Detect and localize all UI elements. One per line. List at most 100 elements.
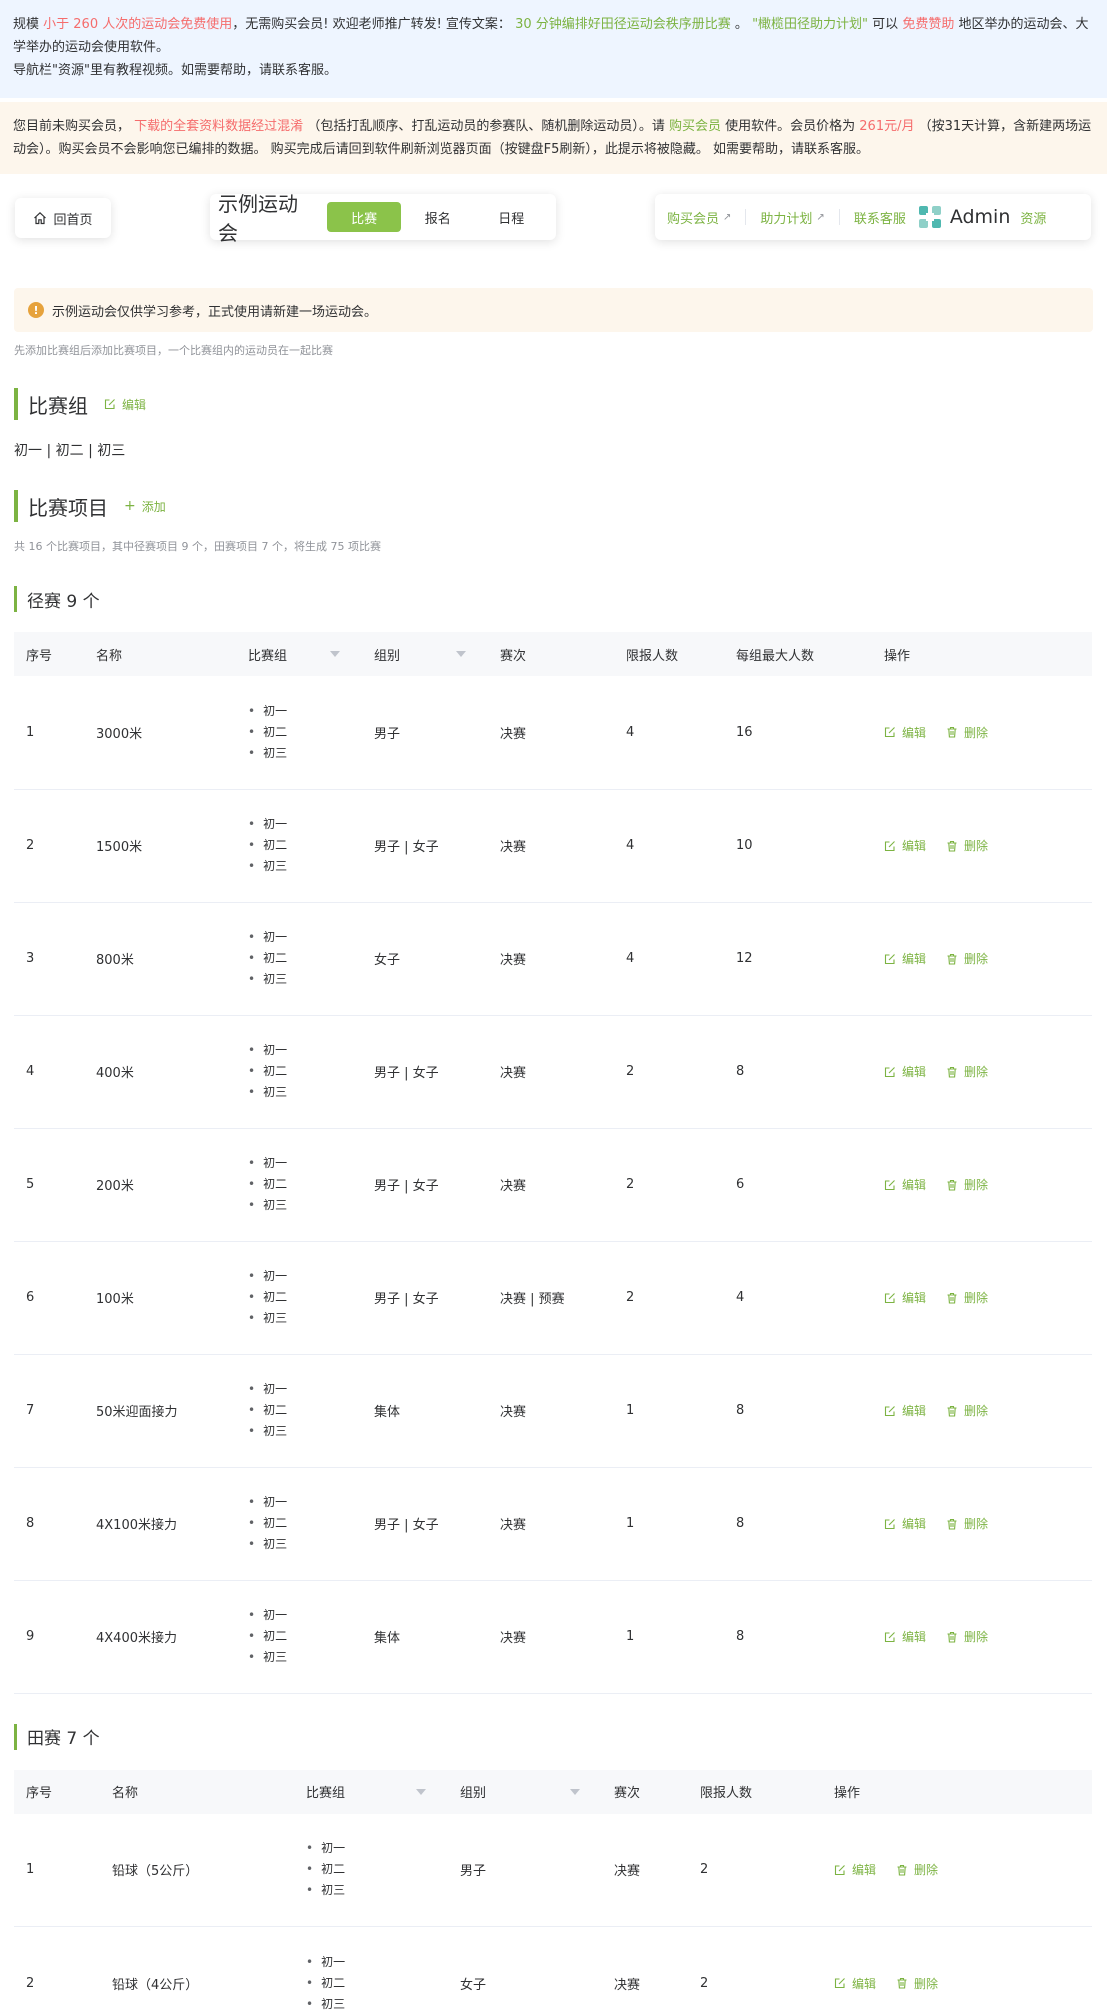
cell-no: 9 (26, 1629, 35, 1644)
cell-no: 5 (26, 1177, 35, 1192)
edit-button[interactable]: 编辑 (884, 950, 926, 967)
groups-list: 初一初二初三 (248, 701, 362, 764)
filter-icon[interactable] (416, 1788, 426, 1795)
edit-button[interactable]: 编辑 (884, 724, 926, 741)
tab-competitions[interactable]: 比赛 (327, 202, 401, 232)
support-plan-button[interactable]: 助力计划 ↗ (760, 208, 824, 227)
table-row: 6 100米 初一初二初三男子 | 女子 决赛 | 预赛 2 4 编辑 删除 (14, 1241, 1092, 1354)
edit-groups-button[interactable]: 编辑 (104, 396, 146, 413)
edit-icon (834, 1864, 846, 1876)
group-item: 初二 (248, 1400, 362, 1421)
cell-limit: 1 (626, 1629, 635, 1644)
cell-actions: 编辑 删除 (822, 1814, 1092, 1927)
free-usage-notice: 规模 小于 260 人次的运动会免费使用，无需购买会员! 欢迎老师推广转发! 宣… (0, 0, 1107, 98)
cell-actions: 编辑 删除 (872, 1354, 1092, 1467)
trash-icon (946, 1405, 958, 1417)
delete-button[interactable]: 删除 (946, 1628, 988, 1645)
column-header: 组别 (362, 632, 488, 676)
filter-icon[interactable] (570, 1788, 580, 1795)
delete-button[interactable]: 删除 (896, 1861, 938, 1878)
delete-button[interactable]: 删除 (946, 1402, 988, 1419)
delete-button[interactable]: 删除 (946, 724, 988, 741)
edit-label: 编辑 (122, 397, 147, 412)
cell-name: 4X400米接力 (96, 1631, 177, 1646)
notice-text: 。 (734, 17, 748, 32)
delete-label: 删除 (964, 1630, 989, 1644)
edit-button[interactable]: 编辑 (884, 1402, 926, 1419)
cell-gender: 男子 | 女子 (374, 840, 439, 855)
resources-link[interactable]: 资源 (1020, 208, 1046, 227)
cell-no: 1 (26, 724, 35, 740)
delete-label: 删除 (914, 1863, 939, 1878)
table-row: 2 铅球（4公斤） 初一初二初三女子 决赛 2 编辑 删除 (14, 1927, 1092, 2015)
contact-support-button[interactable]: 联系客服 (854, 208, 906, 227)
warning-icon: ! (28, 302, 44, 318)
edit-button[interactable]: 编辑 (834, 1975, 876, 1992)
groups-list: 初一初二初三 (248, 1040, 362, 1103)
cell-name: 3000米 (96, 726, 143, 742)
home-button[interactable]: 回首页 (15, 198, 111, 238)
table-row: 3 800米 初一初二初三女子 决赛 4 12 编辑 删除 (14, 902, 1092, 1015)
group-item: 初三 (248, 1082, 362, 1103)
delete-button[interactable]: 删除 (946, 950, 988, 967)
tab-schedule[interactable]: 日程 (474, 202, 548, 232)
column-header-label: 组别 (460, 1786, 487, 1801)
edit-icon (884, 1631, 896, 1643)
edit-button[interactable]: 编辑 (884, 1063, 926, 1080)
delete-button[interactable]: 删除 (946, 1515, 988, 1532)
delete-button[interactable]: 删除 (946, 1176, 988, 1193)
delete-button[interactable]: 删除 (946, 1289, 988, 1306)
cell-name: 800米 (96, 953, 134, 968)
events-section-title: 比赛项目 + 添加 (14, 490, 1107, 522)
delete-button[interactable]: 删除 (896, 1975, 938, 1992)
support-plan-link[interactable]: "橄榄田径助力计划" (752, 17, 868, 32)
edit-button[interactable]: 编辑 (884, 1515, 926, 1532)
cell-round: 决赛 (500, 1631, 527, 1646)
group-item: 初三 (248, 1647, 362, 1668)
cell-limit: 4 (626, 951, 635, 966)
cell-groups: 初一初二初三 (236, 789, 362, 902)
edit-button[interactable]: 编辑 (834, 1861, 876, 1878)
cell-no: 4 (26, 1064, 35, 1079)
column-header: 组别 (448, 1770, 602, 1814)
cell-max: 16 (736, 724, 753, 740)
edit-button[interactable]: 编辑 (884, 837, 926, 854)
tab-registration[interactable]: 报名 (401, 202, 475, 232)
table-row: 1 铅球（5公斤） 初一初二初三男子 决赛 2 编辑 删除 (14, 1814, 1092, 1927)
filter-icon[interactable] (456, 651, 466, 657)
edit-button[interactable]: 编辑 (884, 1176, 926, 1193)
group-item: 初二 (248, 722, 362, 743)
buy-membership-link[interactable]: 购买会员 (669, 119, 721, 134)
delete-label: 删除 (964, 1517, 989, 1531)
delete-button[interactable]: 删除 (946, 1063, 988, 1080)
filter-icon[interactable] (330, 651, 340, 657)
group-item: 初一 (248, 1153, 362, 1174)
user-menu[interactable]: Admin (918, 205, 1010, 229)
add-event-button[interactable]: + 添加 (124, 498, 166, 515)
notice-highlight: 下载的全套资料数据经过混淆 (134, 119, 304, 134)
edit-icon (884, 1405, 896, 1417)
cell-round: 决赛 (500, 1066, 527, 1081)
buy-membership-button[interactable]: 购买会员 ↗ (667, 208, 731, 227)
cell-gender: 女子 (374, 953, 401, 968)
groups-list: 初一 | 初二 | 初三 (14, 443, 126, 459)
sample-event-warning: ! 示例运动会仅供学习参考，正式使用请新建一场运动会。 (14, 288, 1093, 332)
group-item: 初一 (248, 814, 362, 835)
divider (745, 209, 747, 225)
delete-label: 删除 (964, 839, 989, 853)
trash-icon (946, 1292, 958, 1304)
cell-gender: 男子 | 女子 (374, 1066, 439, 1081)
delete-label: 删除 (964, 1291, 989, 1305)
cell-name: 铅球（5公斤） (112, 1864, 199, 1880)
field-section-title: 田赛 7 个 (14, 1723, 1107, 1750)
group-item: 初二 (248, 1174, 362, 1195)
delete-button[interactable]: 删除 (946, 837, 988, 854)
edit-button[interactable]: 编辑 (884, 1289, 926, 1306)
cell-groups: 初一初二初三 (236, 1580, 362, 1693)
group-item: 初一 (248, 1605, 362, 1626)
cell-max: 12 (736, 951, 753, 966)
cell-no: 3 (26, 951, 35, 966)
group-item: 初二 (248, 1287, 362, 1308)
edit-button[interactable]: 编辑 (884, 1628, 926, 1645)
cell-round: 决赛 | 预赛 (500, 1292, 565, 1307)
